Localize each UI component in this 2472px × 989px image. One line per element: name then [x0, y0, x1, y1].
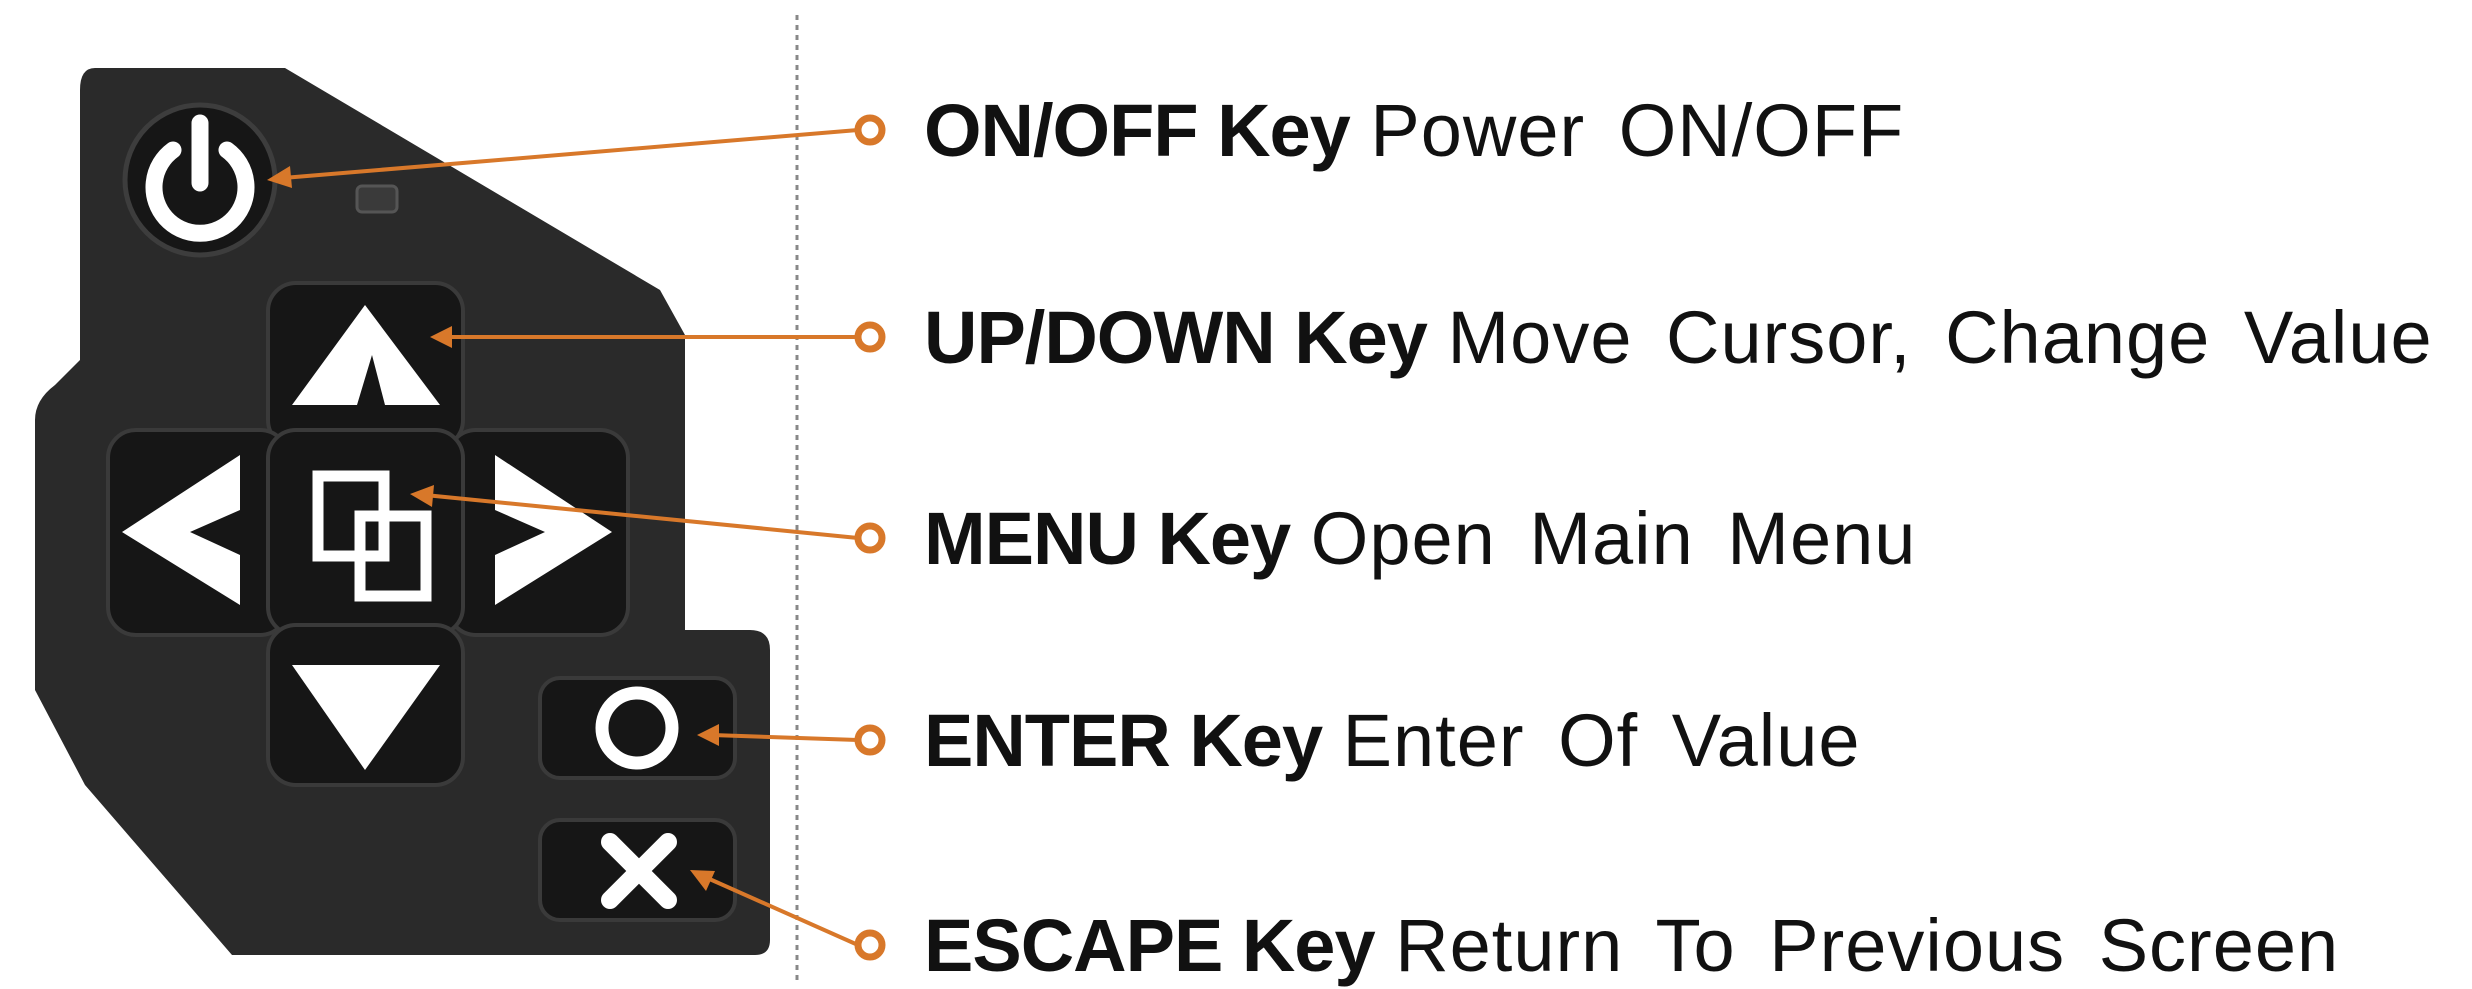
callout-marker-menu [854, 522, 886, 554]
label-on-off: ON/OFF Key Power ON/OFF [924, 94, 1904, 168]
key-description: Open Main Menu [1310, 497, 1917, 580]
callout-marker-on-off [854, 114, 886, 146]
callout-marker-enter [854, 724, 886, 756]
callout-marker-up-down [854, 321, 886, 353]
label-up-down: UP/DOWN Key Move Cursor, Change Value [924, 301, 2433, 375]
callout-marker-escape [854, 929, 886, 961]
key-name: UP/DOWN Key [924, 296, 1428, 379]
callout-markers [854, 114, 886, 961]
key-name: ON/OFF Key [924, 89, 1351, 172]
key-description: Power ON/OFF [1370, 89, 1905, 172]
key-description: Move Cursor, Change Value [1447, 296, 2433, 379]
enter-key[interactable] [538, 676, 737, 780]
power-key[interactable] [122, 102, 278, 258]
label-escape: ESCAPE Key Return To Previous Screen [924, 909, 2339, 983]
key-name: ESCAPE Key [924, 904, 1376, 987]
right-key[interactable] [446, 428, 630, 637]
key-name: ENTER Key [924, 699, 1323, 782]
status-led [355, 184, 399, 214]
label-menu: MENU Key Open Main Menu [924, 502, 1916, 576]
label-enter: ENTER Key Enter Of Value [924, 704, 1861, 778]
down-key[interactable] [266, 623, 465, 787]
escape-key[interactable] [538, 818, 737, 922]
menu-key[interactable] [266, 428, 465, 637]
left-key[interactable] [106, 428, 290, 637]
key-name: MENU Key [924, 497, 1291, 580]
key-description: Enter Of Value [1342, 699, 1861, 782]
key-description: Return To Previous Screen [1395, 904, 2340, 987]
up-key[interactable] [266, 281, 465, 450]
